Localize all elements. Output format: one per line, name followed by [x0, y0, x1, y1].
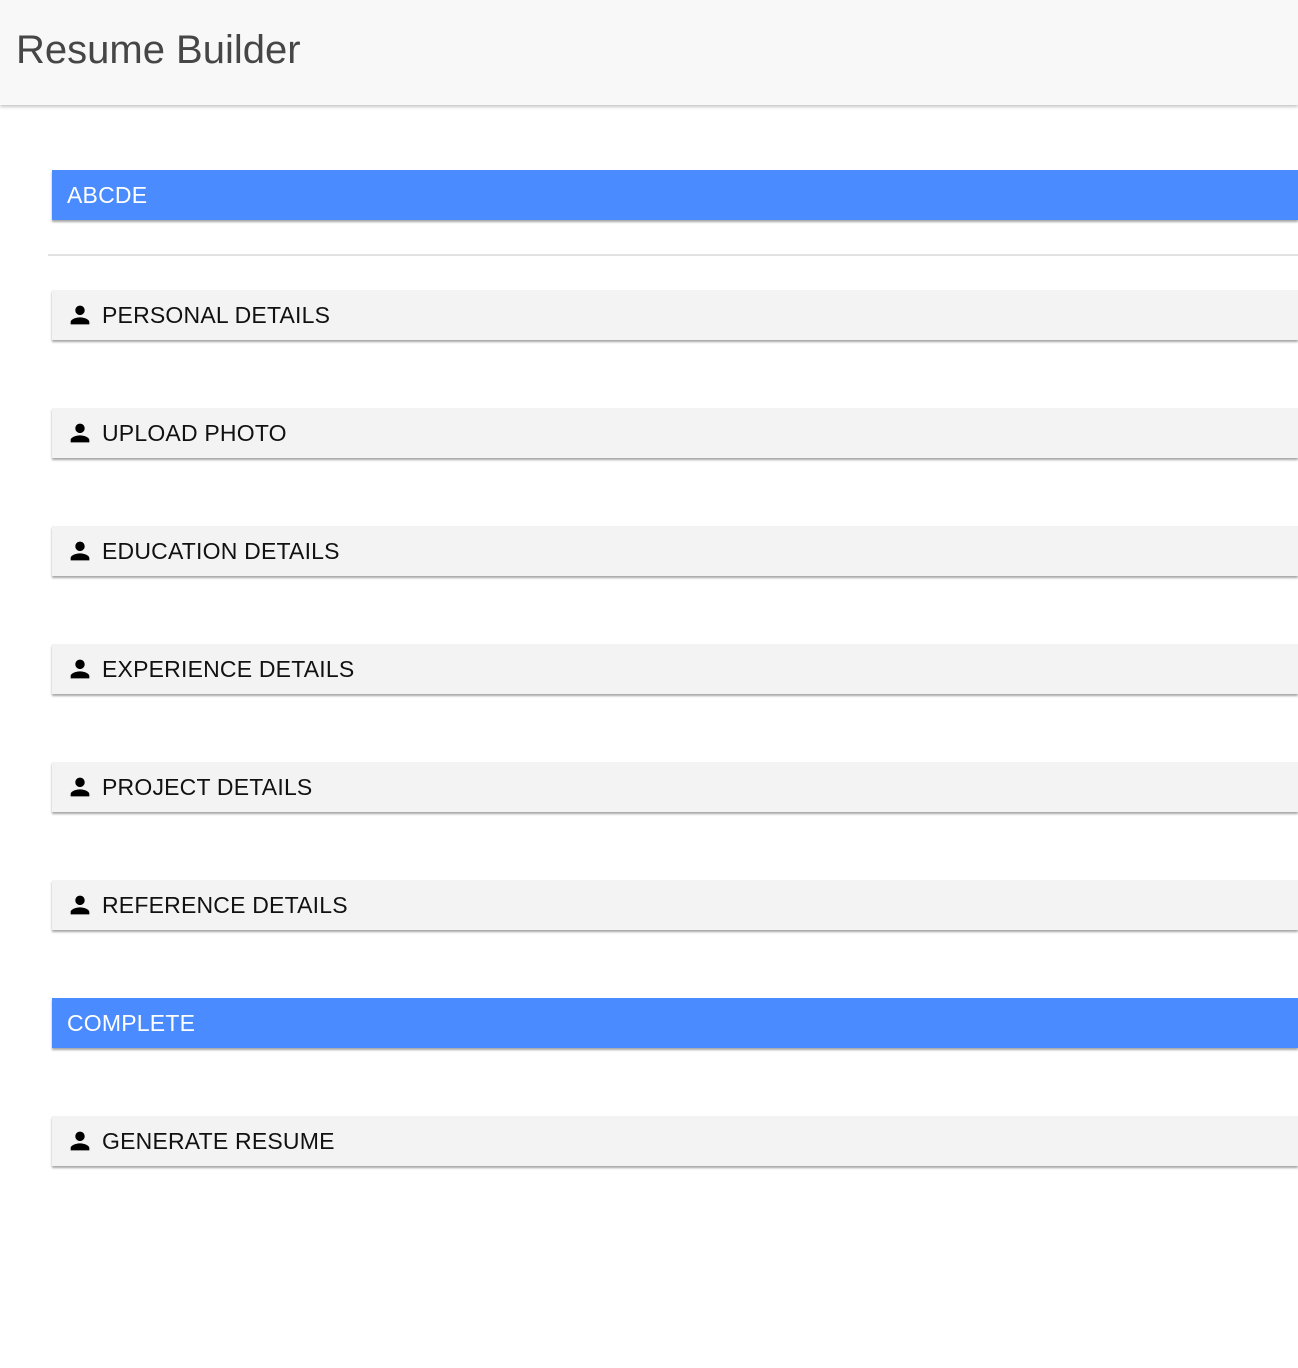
person-icon — [66, 891, 94, 919]
section-header-label: ABCDE — [67, 181, 148, 208]
person-icon — [66, 655, 94, 683]
menu-item-generate-resume[interactable]: GENERATE RESUME — [52, 1116, 1298, 1166]
person-icon — [66, 773, 94, 801]
section-header-complete[interactable]: COMPLETE — [52, 998, 1298, 1048]
menu-item-label: PERSONAL DETAILS — [102, 301, 331, 328]
person-icon — [66, 419, 94, 447]
menu-item-personal-details[interactable]: PERSONAL DETAILS — [52, 290, 1298, 340]
person-icon — [66, 301, 94, 329]
app-title: Resume Builder — [16, 28, 301, 72]
menu-item-reference-details[interactable]: REFERENCE DETAILS — [52, 880, 1298, 930]
menu-item-project-details[interactable]: PROJECT DETAILS — [52, 762, 1298, 812]
menu-item-label: UPLOAD PHOTO — [102, 419, 287, 446]
main-content: ABCDE PERSONAL DETAILS UPLOAD PHOTO EDUC… — [0, 106, 1298, 1368]
menu-item-experience-details[interactable]: EXPERIENCE DETAILS — [52, 644, 1298, 694]
person-icon — [66, 1127, 94, 1155]
menu-item-label: GENERATE RESUME — [102, 1127, 335, 1154]
menu-item-label: EDUCATION DETAILS — [102, 537, 340, 564]
section-header-label: COMPLETE — [67, 1009, 196, 1036]
menu-item-upload-photo[interactable]: UPLOAD PHOTO — [52, 408, 1298, 458]
menu-item-label: PROJECT DETAILS — [102, 773, 313, 800]
menu-item-education-details[interactable]: EDUCATION DETAILS — [52, 526, 1298, 576]
app-bar: Resume Builder — [0, 0, 1298, 105]
menu-item-label: REFERENCE DETAILS — [102, 891, 348, 918]
person-icon — [66, 537, 94, 565]
divider — [48, 254, 1298, 256]
menu-item-label: EXPERIENCE DETAILS — [102, 655, 355, 682]
section-header-abcde[interactable]: ABCDE — [52, 170, 1298, 220]
